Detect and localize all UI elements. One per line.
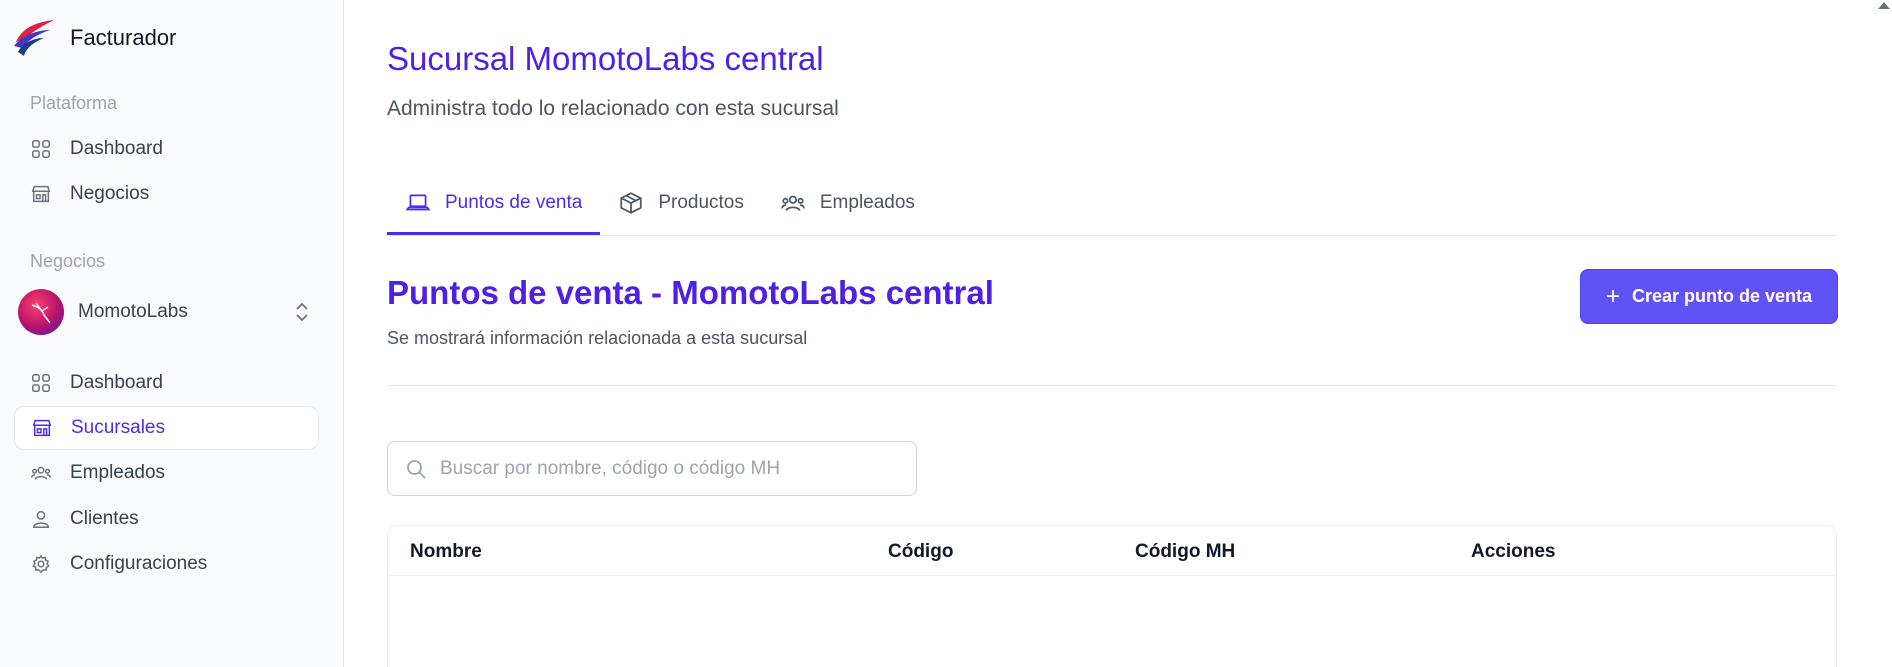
- search-icon: [407, 459, 426, 479]
- create-point-of-sale-button[interactable]: + Crear punto de venta: [1580, 269, 1838, 324]
- page-subtitle: Administra todo lo relacionado con esta …: [387, 97, 839, 120]
- section-title-business: Negocios: [30, 251, 106, 271]
- users-icon: [31, 466, 51, 480]
- main-content: Sucursal MomotoLabs central Administra t…: [344, 0, 1892, 667]
- sidebar-item-dashboard[interactable]: Dashboard: [14, 127, 319, 171]
- grid-icon: [32, 140, 50, 158]
- sidebar-item-label: Empleados: [70, 462, 166, 483]
- user-icon: [32, 510, 50, 528]
- business-avatar: [18, 289, 64, 335]
- business-switcher[interactable]: MomotoLabs: [18, 288, 318, 336]
- facturador-logo-icon: [14, 20, 54, 56]
- hummingbird-icon: [31, 302, 51, 324]
- grid-icon: [32, 374, 50, 392]
- tab-empleados[interactable]: Empleados: [762, 170, 933, 235]
- tab-puntos-de-venta[interactable]: Puntos de venta: [387, 170, 601, 235]
- column-header-codigo-mh[interactable]: Código MH: [1135, 541, 1235, 563]
- business-name: MomotoLabs: [78, 301, 188, 322]
- sidebar-item-dashboard-business[interactable]: Dashboard: [14, 361, 319, 405]
- sidebar-item-sucursales[interactable]: Sucursales: [14, 406, 319, 450]
- package-icon: [620, 191, 642, 214]
- column-header-codigo[interactable]: Código: [888, 541, 953, 563]
- plus-icon: +: [1605, 282, 1620, 310]
- section-subtitle: Se mostrará información relacionada a es…: [387, 328, 808, 348]
- sidebar-item-label: Configuraciones: [70, 553, 208, 574]
- users-icon: [781, 195, 805, 211]
- sidebar-item-empleados[interactable]: Empleados: [14, 451, 319, 495]
- column-header-acciones: Acciones: [1471, 541, 1556, 562]
- points-of-sale-table: Nombre Código Código MH Acciones: [387, 525, 1837, 667]
- tab-label: Puntos de venta: [445, 191, 583, 213]
- scrollbar-up-arrow[interactable]: [1878, 2, 1890, 9]
- sidebar-item-label: Dashboard: [70, 138, 163, 159]
- sidebar-item-label: Negocios: [70, 183, 150, 204]
- sidebar-item-negocios[interactable]: Negocios: [14, 172, 319, 216]
- sidebar-item-label: Clientes: [70, 508, 139, 529]
- table-header: Nombre Código Código MH Acciones: [388, 526, 1836, 576]
- sidebar-item-label: Sucursales: [71, 417, 165, 438]
- column-header-nombre[interactable]: Nombre: [410, 541, 482, 563]
- section-title: Puntos de venta - MomotoLabs central: [387, 274, 994, 311]
- sidebar-item-configuraciones[interactable]: Configuraciones: [14, 542, 319, 586]
- search-box[interactable]: [387, 441, 917, 496]
- tabs: Puntos de venta Productos Empleados: [387, 170, 1837, 236]
- tab-label: Empleados: [819, 191, 915, 213]
- search-input[interactable]: [440, 457, 900, 480]
- tab-productos[interactable]: Productos: [600, 170, 762, 235]
- gear-icon: [32, 554, 50, 574]
- section-title-platform: Plataforma: [30, 93, 118, 113]
- sidebar-item-clientes[interactable]: Clientes: [14, 497, 319, 541]
- sidebar: Facturador Plataforma Dashboard Negocios…: [0, 0, 344, 667]
- laptop-icon: [405, 194, 431, 210]
- tab-label: Productos: [658, 191, 744, 213]
- sidebar-item-label: Dashboard: [70, 372, 163, 393]
- divider: [387, 385, 1837, 386]
- create-button-label: Crear punto de venta: [1631, 286, 1813, 306]
- store-icon: [31, 185, 51, 203]
- chevron-up-down-icon: [296, 302, 308, 322]
- brand-name: Facturador: [70, 25, 177, 50]
- store-icon: [32, 419, 52, 437]
- brand[interactable]: Facturador: [12, 16, 176, 60]
- page-title: Sucursal MomotoLabs central: [387, 40, 824, 77]
